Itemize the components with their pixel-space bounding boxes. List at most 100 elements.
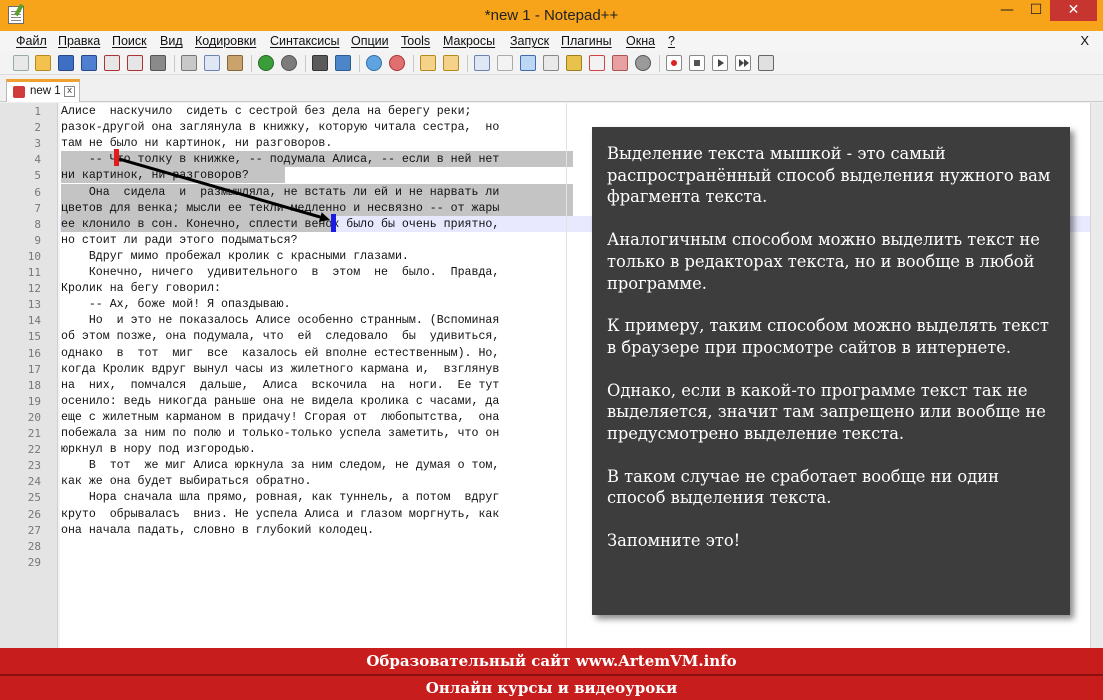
print-icon[interactable]: [150, 55, 166, 71]
toolbar-separator: [413, 55, 414, 72]
editor-line[interactable]: Но и это не показалось Алисе особенно ст…: [61, 313, 500, 329]
menu-plugins[interactable]: Плагины: [561, 34, 612, 48]
editor-line[interactable]: цветов для венка; мысли ее текли медленн…: [61, 201, 499, 217]
line-number: 19: [27, 394, 41, 408]
new-file-icon[interactable]: [13, 55, 29, 71]
sync-v-icon[interactable]: [420, 55, 436, 71]
editor-line[interactable]: Она сидела и размышляла, не встать ли ей…: [61, 185, 500, 201]
line-number: 14: [27, 314, 41, 328]
minimize-button[interactable]: —: [993, 0, 1021, 21]
menu-file[interactable]: Файл: [16, 34, 47, 48]
replace-icon[interactable]: [335, 55, 351, 71]
editor-line[interactable]: там не было ни картинок, ни разговоров.: [61, 136, 332, 152]
line-number: 28: [27, 539, 41, 553]
redo-icon[interactable]: [281, 55, 297, 71]
cut-icon[interactable]: [181, 55, 197, 71]
toolbar-separator: [659, 55, 660, 72]
menu-search[interactable]: Поиск: [112, 34, 147, 48]
menu-view[interactable]: Вид: [160, 34, 183, 48]
zoom-out-icon[interactable]: [389, 55, 405, 71]
maximize-button[interactable]: ☐: [1022, 0, 1050, 21]
indent-guide-icon[interactable]: [520, 55, 536, 71]
line-number: 22: [27, 443, 41, 457]
toolbar-separator: [174, 55, 175, 72]
close-window-button[interactable]: ✕: [1050, 0, 1097, 21]
editor-line[interactable]: ни картинок, ни разговоров?: [61, 168, 249, 184]
editor-line[interactable]: В тот же миг Алиса юркнула за ним следом…: [61, 458, 500, 474]
editor-line[interactable]: юркнул в нору под изгородью.: [61, 442, 256, 458]
line-number: 18: [27, 378, 41, 392]
editor-line[interactable]: когда Кролик вдруг вынул часы из жилетно…: [61, 362, 499, 378]
doc-map-icon[interactable]: [566, 55, 582, 71]
save-macro-icon[interactable]: [758, 55, 774, 71]
editor-line[interactable]: разок-другой она заглянула в книжку, кот…: [61, 120, 499, 136]
menu-help[interactable]: ?: [668, 34, 675, 48]
monitor-icon[interactable]: [635, 55, 651, 71]
line-number: 23: [27, 459, 41, 473]
fold-margin: [58, 103, 60, 648]
line-number: 16: [27, 346, 41, 360]
line-number: 29: [27, 555, 41, 569]
tab-new-1[interactable]: new 1 x: [6, 79, 80, 102]
editor-line[interactable]: Вдруг мимо пробежал кролик с красными гл…: [61, 249, 409, 265]
close-icon[interactable]: [104, 55, 120, 71]
line-number: 11: [27, 266, 41, 279]
toolbar-separator: [251, 55, 252, 72]
editor-line[interactable]: -- Ах, боже мой! Я опаздываю.: [61, 297, 291, 313]
menu-run[interactable]: Запуск: [510, 34, 549, 48]
editor-line[interactable]: -- Что толку в книжке, -- подумала Алиса…: [61, 152, 500, 168]
editor-line[interactable]: Кролик на бегу говорил:: [61, 281, 221, 297]
close-all-icon[interactable]: [127, 55, 143, 71]
line-number: 15: [27, 330, 41, 344]
editor-line[interactable]: Нора сначала шла прямо, ровная, как тунн…: [61, 490, 500, 506]
paste-icon[interactable]: [227, 55, 243, 71]
menu-edit[interactable]: Правка: [58, 34, 100, 48]
editor-line[interactable]: однако в тот миг все казалось ей вполне …: [61, 346, 499, 362]
function-list-icon[interactable]: [589, 55, 605, 71]
copy-icon[interactable]: [204, 55, 220, 71]
menu-syntax[interactable]: Синтаксисы: [270, 34, 340, 48]
menu-macros[interactable]: Макросы: [443, 34, 495, 48]
editor-line[interactable]: Алисе наскучило сидеть с сестрой без дел…: [61, 104, 472, 120]
info-paragraph: Аналогичным способом можно выделить текс…: [607, 230, 1040, 293]
editor-line[interactable]: но стоит ли ради этого подыматься?: [61, 233, 298, 249]
editor-line[interactable]: круто обрываласъ вниз. Не успела Алиса и…: [61, 507, 499, 523]
info-paragraph: В таком случае не сработает вообще ни од…: [607, 466, 999, 508]
editor-line[interactable]: об этом позже, она подумала, что ей след…: [61, 329, 499, 345]
editor-line[interactable]: еще с жилетным карманом в придачу! Сгора…: [61, 410, 499, 426]
editor-line[interactable]: на них, помчался дальше, Алиса вскочила …: [61, 378, 499, 394]
toolbar: [0, 51, 1103, 75]
menu-options[interactable]: Опции: [351, 34, 389, 48]
open-file-icon[interactable]: [35, 55, 51, 71]
language-icon[interactable]: [543, 55, 559, 71]
show-all-chars-icon[interactable]: [497, 55, 513, 71]
zoom-in-icon[interactable]: [366, 55, 382, 71]
menu-encoding[interactable]: Кодировки: [195, 34, 256, 48]
stop-record-icon[interactable]: [689, 55, 705, 71]
undo-icon[interactable]: [258, 55, 274, 71]
editor-line[interactable]: осенило: ведь никогда раньше она не виде…: [61, 394, 499, 410]
folder-workspace-icon[interactable]: [612, 55, 628, 71]
save-all-icon[interactable]: [81, 55, 97, 71]
toolbar-separator: [467, 55, 468, 72]
find-icon[interactable]: [312, 55, 328, 71]
record-macro-icon[interactable]: [666, 55, 682, 71]
save-icon[interactable]: [58, 55, 74, 71]
menu-tools[interactable]: Tools: [401, 34, 430, 48]
line-number: 7: [34, 201, 41, 215]
menu-windows[interactable]: Окна: [626, 34, 655, 48]
editor-line[interactable]: она начала падать, словно в глубокий кол…: [61, 523, 374, 539]
word-wrap-icon[interactable]: [474, 55, 490, 71]
play-macro-icon[interactable]: [712, 55, 728, 71]
editor-line[interactable]: побежала за ним по полю и только-только …: [61, 426, 499, 442]
sync-h-icon[interactable]: [443, 55, 459, 71]
editor-line[interactable]: как же она будет выбираться обратно.: [61, 474, 311, 490]
info-paragraph: Запомните это!: [607, 531, 741, 551]
tab-close-button[interactable]: x: [64, 86, 75, 97]
close-document-button[interactable]: X: [1080, 33, 1089, 48]
vertical-scrollbar[interactable]: [1090, 103, 1103, 648]
editor-line[interactable]: ее клонило в сон. Конечно, сплести венок…: [61, 217, 499, 233]
editor-line[interactable]: Конечно, ничего удивительного в этом не …: [61, 265, 500, 281]
run-macro-icon[interactable]: [735, 55, 751, 71]
line-number: 13: [27, 298, 41, 312]
